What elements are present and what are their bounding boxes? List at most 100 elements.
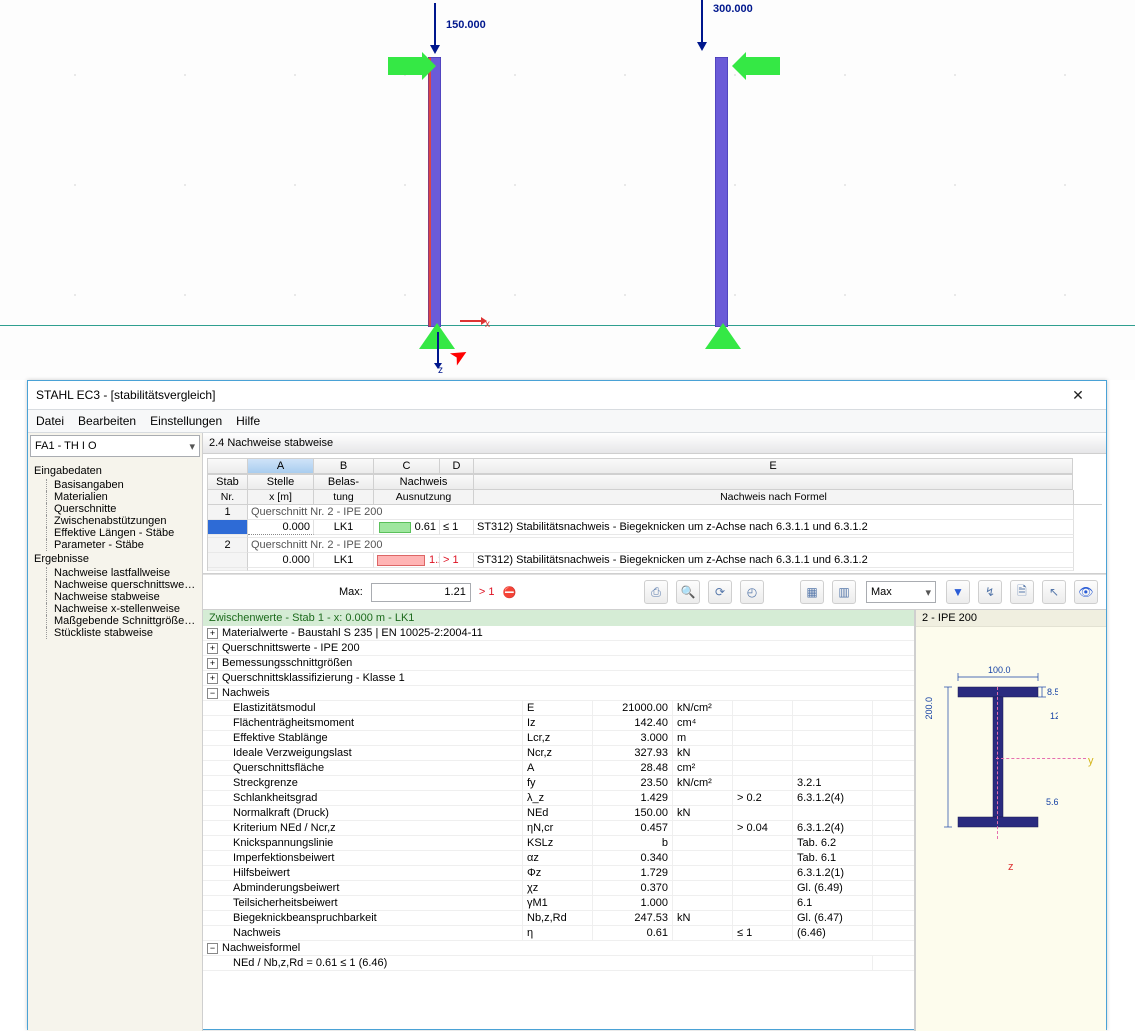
- detail-category[interactable]: −Nachweisformel: [203, 941, 914, 956]
- dim-tw: 12.0: [1050, 711, 1058, 721]
- tool-icon[interactable]: ▥: [832, 580, 856, 604]
- max-input[interactable]: [371, 583, 471, 602]
- tree-lengths[interactable]: Effektive Längen - Stäbe: [46, 527, 196, 539]
- local-x-axis: [460, 320, 482, 322]
- tool-icon[interactable]: 🗎: [1010, 580, 1034, 604]
- cell-x[interactable]: 0.000: [248, 520, 314, 535]
- detail-category[interactable]: +Querschnittswerte - IPE 200: [203, 641, 914, 656]
- detail-row: FlächenträgheitsmomentIz142.40cm⁴: [203, 716, 914, 731]
- detail-row: Normalkraft (Druck)NEd150.00kN: [203, 806, 914, 821]
- detail-category[interactable]: −Nachweis: [203, 686, 914, 701]
- tree-results-header[interactable]: Ergebnisse: [34, 553, 196, 565]
- tree-governing[interactable]: Maßgebende Schnittgrößen stabweise: [46, 615, 196, 627]
- tool-icon[interactable]: 🔍: [676, 580, 700, 604]
- grid-toolbar: Max: > 1 ⛔ ⎙ 🔍 ⟳ ◴ ▦ ▥ Max▾ ▼ ↯ 🗎 ↖ 👁: [203, 574, 1106, 610]
- eye-icon[interactable]: 👁: [1074, 580, 1098, 604]
- rownum: 2: [208, 538, 248, 553]
- menu-settings[interactable]: Einstellungen: [150, 414, 222, 428]
- detail-row: Imperfektionsbeiwertαz0.340Tab. 6.1: [203, 851, 914, 866]
- tree-supports[interactable]: Zwischenabstützungen: [46, 515, 196, 527]
- detail-row: Abminderungsbeiwertχz0.370Gl. (6.49): [203, 881, 914, 896]
- ibeam-icon: 100.0 8.5 12.0 5.6: [938, 657, 1058, 857]
- cell-lk[interactable]: LK1: [314, 553, 374, 568]
- table-row[interactable]: 0.000 LK1 0.61 ≤ 1 ST312) Stabilitätsnac…: [207, 520, 1102, 535]
- tool-icon[interactable]: ▦: [800, 580, 824, 604]
- design-window: STAHL EC3 - [stabilitätsvergleich] ✕ Dat…: [27, 380, 1107, 1030]
- tree-input-header[interactable]: Eingabedaten: [34, 465, 196, 477]
- detail-row: BiegeknickbeanspruchbarkeitNb,z,Rd247.53…: [203, 911, 914, 926]
- detail-row: HilfsbeiwertΦz1.7296.3.1.2(1): [203, 866, 914, 881]
- menubar: Datei Bearbeiten Einstellungen Hilfe: [28, 410, 1106, 433]
- member-1[interactable]: [428, 57, 441, 327]
- error-icon: ⛔: [502, 586, 516, 599]
- tree-by-member[interactable]: Nachweise stabweise: [46, 591, 196, 603]
- col-e[interactable]: E: [473, 458, 1073, 474]
- load-value-2: 300.000: [713, 3, 753, 15]
- y-axis-label: y: [1088, 755, 1094, 767]
- results-grid[interactable]: A B C D E Stab Stelle Belas- Nachweis Nr…: [203, 454, 1106, 574]
- cell-ratio[interactable]: 0.61: [374, 520, 440, 535]
- tree-parts[interactable]: Stückliste stabweise: [46, 627, 196, 639]
- menu-edit[interactable]: Bearbeiten: [78, 414, 136, 428]
- titlebar[interactable]: STAHL EC3 - [stabilitätsvergleich] ✕: [28, 381, 1106, 410]
- section-preview: 2 - IPE 200: [915, 610, 1106, 1031]
- tree-materials[interactable]: Materialien: [46, 491, 196, 503]
- dim-r: 5.6: [1046, 797, 1058, 807]
- z-axis-label: z: [1008, 861, 1014, 873]
- nav-tree[interactable]: Eingabedaten Basisangaben Materialien Qu…: [28, 459, 202, 643]
- table-row[interactable]: 0.000 LK1 1.21 > 1 ST312) Stabilitätsnac…: [207, 553, 1102, 568]
- col-d[interactable]: D: [439, 458, 473, 474]
- col-b[interactable]: B: [313, 458, 373, 474]
- col-a[interactable]: A: [247, 458, 313, 474]
- detail-row: TeilsicherheitsbeiwertγM11.0006.1: [203, 896, 914, 911]
- x-axis-label: x: [485, 319, 490, 330]
- chevron-down-icon: ▾: [189, 440, 195, 453]
- table-row[interactable]: 1 Querschnitt Nr. 2 - IPE 200: [207, 505, 1102, 520]
- detail-row: Nachweisη0.61≤ 1(6.46): [203, 926, 914, 941]
- detail-title: Zwischenwerte - Stab 1 - x: 0.000 m - LK…: [203, 610, 914, 626]
- filter-icon[interactable]: ▼: [946, 580, 970, 604]
- col-c[interactable]: C: [373, 458, 439, 474]
- detail-row: Streckgrenzefy23.50kN/cm²3.2.1: [203, 776, 914, 791]
- member-2[interactable]: [715, 57, 728, 327]
- tool-icon[interactable]: ↖: [1042, 580, 1066, 604]
- col-stelle: Stelle: [247, 474, 313, 490]
- cell-ratio[interactable]: 1.21: [374, 553, 440, 568]
- cell-cmp: ≤ 1: [440, 520, 474, 535]
- close-icon[interactable]: ✕: [1058, 387, 1098, 404]
- max-label: Max:: [339, 586, 363, 598]
- menu-file[interactable]: Datei: [36, 414, 64, 428]
- panel-title: 2.4 Nachweise stabweise: [203, 433, 1106, 454]
- tree-by-cs[interactable]: Nachweise querschnittsweise: [46, 579, 196, 591]
- support-top-right-2: [732, 52, 780, 80]
- tool-icon[interactable]: ⎙: [644, 580, 668, 604]
- tree-basis[interactable]: Basisangaben: [46, 479, 196, 491]
- tool-icon[interactable]: ◴: [740, 580, 764, 604]
- dim-w: 100.0: [988, 665, 1011, 675]
- detail-panel[interactable]: Zwischenwerte - Stab 1 - x: 0.000 m - LK…: [203, 610, 915, 1031]
- load-arrow-2: 300.000: [697, 0, 707, 51]
- cell-x[interactable]: 0.000: [248, 553, 314, 568]
- tool-icon[interactable]: ↯: [978, 580, 1002, 604]
- cell-lk[interactable]: LK1: [314, 520, 374, 535]
- tool-icon[interactable]: ⟳: [708, 580, 732, 604]
- tree-sections[interactable]: Querschnitte: [46, 503, 196, 515]
- detail-category[interactable]: +Querschnittsklassifizierung - Klasse 1: [203, 671, 914, 686]
- dim-tf: 8.5: [1047, 687, 1058, 697]
- tree-by-lc[interactable]: Nachweise lastfallweise: [46, 567, 196, 579]
- section-title: 2 - IPE 200: [916, 610, 1106, 627]
- detail-row: Ideale VerzweigungslastNcr,z327.93kN: [203, 746, 914, 761]
- tree-params[interactable]: Parameter - Stäbe: [46, 539, 196, 551]
- detail-category[interactable]: +Bemessungsschnittgrößen: [203, 656, 914, 671]
- detail-row: KnickspannungslinieKSLzbTab. 6.2: [203, 836, 914, 851]
- load-arrow-1: 150.000: [430, 3, 440, 54]
- col-nachweis: Nachweis: [373, 474, 473, 490]
- model-viewport[interactable]: 150.000 x z ➤ 300.000: [0, 0, 1135, 380]
- tree-by-x[interactable]: Nachweise x-stellenweise: [46, 603, 196, 615]
- table-row[interactable]: 2 Querschnitt Nr. 2 - IPE 200: [207, 538, 1102, 553]
- detail-category[interactable]: +Materialwerte - Baustahl S 235 | EN 100…: [203, 626, 914, 641]
- z-axis-line: [997, 687, 998, 839]
- view-combo[interactable]: Max▾: [866, 581, 936, 603]
- menu-help[interactable]: Hilfe: [236, 414, 260, 428]
- loadcase-combo[interactable]: FA1 - TH I O ▾: [30, 435, 200, 457]
